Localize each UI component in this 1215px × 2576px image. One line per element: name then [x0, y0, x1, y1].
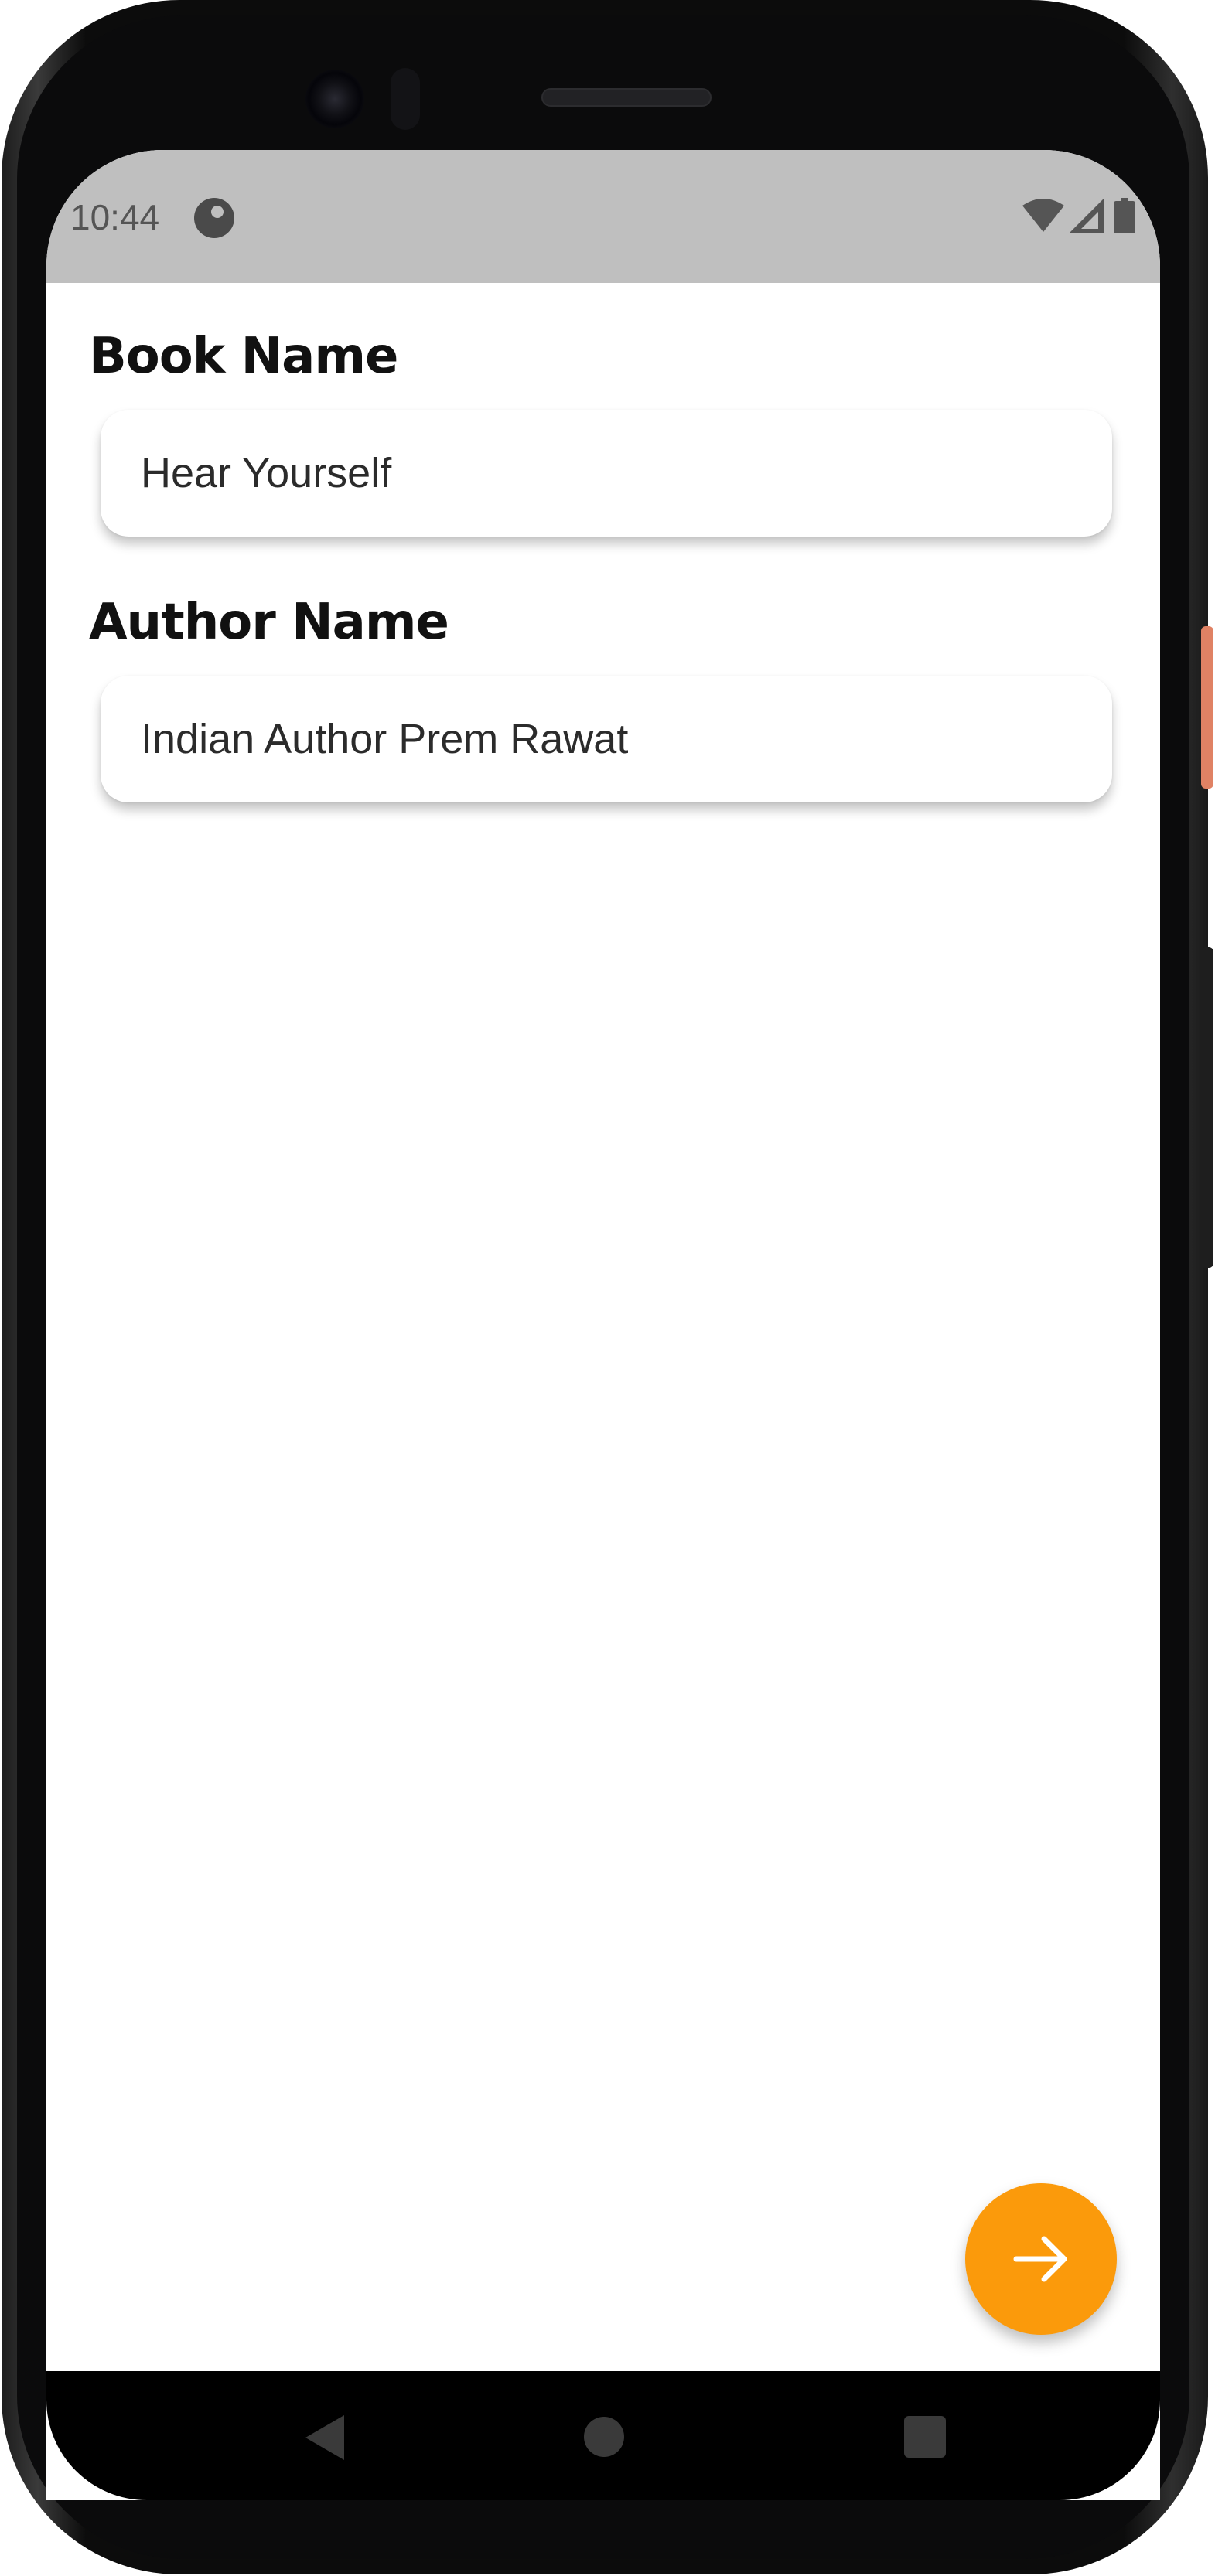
author-name-label: Author Name: [89, 594, 449, 651]
app-screen: 10:44 Book Name Author Name: [46, 150, 1160, 2500]
wifi-icon: [1022, 199, 1064, 232]
home-icon[interactable]: [584, 2417, 624, 2457]
arrow-right-icon: [1013, 2236, 1067, 2282]
status-bar: 10:44: [46, 150, 1160, 283]
battery-icon: [1114, 198, 1135, 233]
signal-icon: [1069, 198, 1104, 233]
author-name-input[interactable]: [141, 676, 1069, 802]
app-notification-icon: [194, 198, 234, 238]
front-camera: [305, 70, 364, 128]
back-icon[interactable]: [305, 2415, 344, 2460]
recents-icon[interactable]: [904, 2416, 946, 2458]
power-button: [1201, 626, 1213, 789]
status-time: 10:44: [70, 197, 160, 237]
proximity-sensor: [391, 68, 420, 130]
volume-button: [1201, 947, 1213, 1268]
earpiece-speaker: [541, 88, 712, 107]
author-name-card[interactable]: [101, 676, 1112, 802]
book-name-label: Book Name: [89, 328, 398, 385]
book-name-input[interactable]: [141, 410, 1069, 537]
next-button[interactable]: [965, 2183, 1117, 2335]
book-name-card[interactable]: [101, 410, 1112, 537]
navigation-bar: [46, 2371, 1160, 2500]
